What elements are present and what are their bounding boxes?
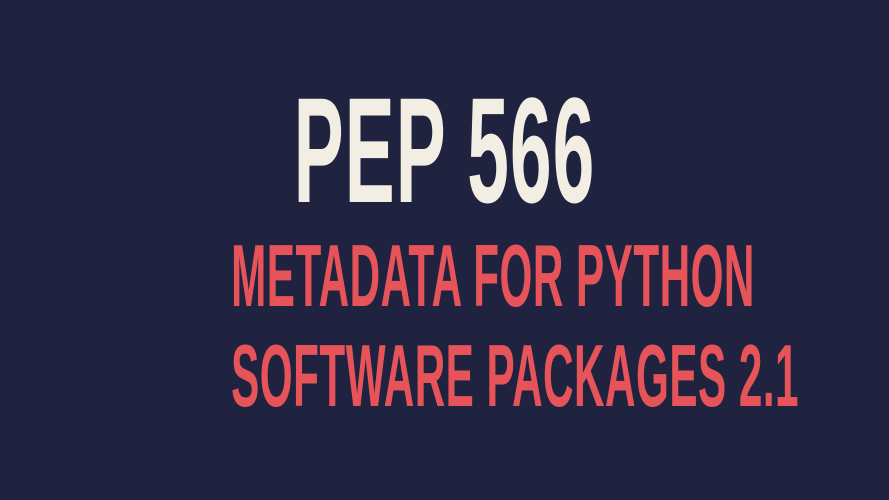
slide-title: PEP 566	[293, 66, 596, 234]
slide-subtitle-line-2: SOFTWARE PACKAGES 2.1	[231, 326, 800, 425]
slide-subtitle-line-1: METADATA FOR PYTHON	[231, 226, 755, 325]
slide: PEP 566 METADATA FOR PYTHON SOFTWARE PAC…	[0, 0, 889, 500]
